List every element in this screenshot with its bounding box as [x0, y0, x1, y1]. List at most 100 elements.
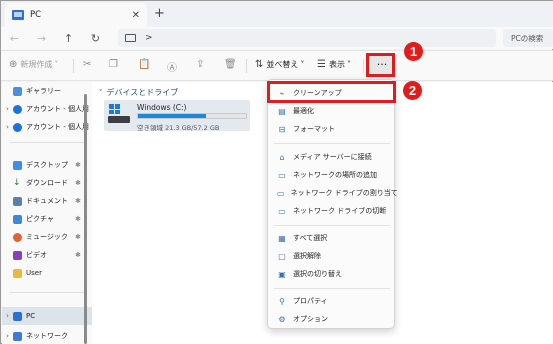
format-icon: ⊟ [278, 124, 286, 134]
pin-icon[interactable]: ✱ [75, 233, 81, 241]
trash-icon: 🗑 [224, 59, 237, 70]
devices-group-header[interactable]: ˅ デバイスとドライブ [99, 87, 178, 98]
pin-icon[interactable]: ✱ [75, 179, 81, 187]
sidebar-item-videos[interactable]: ビデオ ✱ [2, 246, 92, 264]
drive-name: Windows (C:) [137, 103, 187, 112]
sidebar-item-label: PC [26, 312, 36, 320]
select-none-icon: ▢ [278, 251, 286, 261]
sidebar-item-pictures[interactable]: ピクチャ ✱ [2, 210, 92, 228]
menu-item-disconnect-network-drive[interactable]: ▭ ネットワーク ドライブの切断 [268, 202, 396, 220]
pin-icon[interactable]: ✱ [75, 161, 81, 169]
rename-button[interactable]: Ⓐ [167, 59, 180, 74]
paste-icon: 📋 [138, 59, 151, 70]
chevron-down-icon: ˅ [300, 60, 305, 69]
menu-item-select-all[interactable]: ▦ すべて選択 [268, 229, 396, 247]
sidebar-item-label: アカウント - 個人用 [26, 123, 89, 131]
tab-pc[interactable]: PC ✕ [5, 3, 147, 27]
sidebar-item-gallery[interactable]: ギャラリー [2, 82, 92, 100]
sort-button[interactable]: ⇅ 並べ替え ˅ [255, 59, 304, 70]
scissors-icon: ✂ [83, 59, 92, 70]
options-icon: ⚙ [278, 314, 286, 324]
menu-item-select-none[interactable]: ▢ 選択解除 [268, 247, 396, 265]
menu-item-add-network-location[interactable]: ▭ ネットワークの場所の追加 [268, 166, 396, 184]
menu-item-invert-selection[interactable]: ▣ 選択の切り替え [268, 265, 396, 283]
menu-item-map-network-drive[interactable]: ▭ ネットワーク ドライブの割り当て [268, 184, 398, 202]
sidebar-item-label: アカウント - 個人用 [26, 105, 89, 113]
address-row: ← → ↑ ↻ > PCの検索 [1, 27, 553, 49]
chevron-right-icon[interactable]: › [2, 332, 13, 340]
new-label: 新規作成 [20, 60, 53, 69]
folder-icon [12, 10, 24, 20]
forward-arrow-icon[interactable]: → [28, 32, 55, 45]
optimize-icon: ▤ [278, 106, 286, 116]
command-bar: ⊕ 新規作成 ˅ ✂ ❐ 📋 Ⓐ ⇪ 🗑 ⇅ 並べ替え ˅ ☰ 表示 ˅ ··· [1, 50, 553, 81]
copy-icon: ❐ [109, 59, 118, 70]
new-tab-button[interactable]: + [154, 6, 165, 21]
sidebar-item-pc[interactable]: › PC [2, 307, 92, 325]
path-chevron[interactable]: > [145, 33, 153, 43]
network-location-icon: ▭ [278, 170, 286, 180]
chevron-right-icon[interactable]: › [2, 123, 13, 131]
highlight-box-more [366, 53, 395, 77]
cut-button[interactable]: ✂ [83, 59, 94, 70]
share-button[interactable]: ⇪ [196, 59, 207, 70]
search-input[interactable]: PCの検索 [503, 29, 553, 47]
sidebar-item-music[interactable]: ミュージック ✱ [2, 228, 92, 246]
pin-icon[interactable]: ✱ [75, 197, 81, 205]
chevron-down-icon: ˅ [346, 60, 351, 69]
paste-button[interactable]: 📋 [138, 59, 153, 70]
delete-button[interactable]: 🗑 [224, 59, 240, 70]
divider [246, 59, 247, 73]
video-icon [13, 250, 22, 260]
up-arrow-icon[interactable]: ↑ [55, 32, 82, 45]
divider [73, 59, 74, 73]
gallery-icon [13, 86, 22, 96]
sidebar-item-network[interactable]: › ネットワーク [2, 327, 92, 344]
drive-usage-bar [137, 113, 247, 119]
chevron-right-icon[interactable]: › [2, 105, 13, 113]
chevron-down-icon: ˅ [99, 88, 103, 97]
windows-drive-icon [108, 104, 130, 124]
menu-item-options[interactable]: ⚙ オプション [268, 310, 396, 328]
drive-c-tile[interactable]: Windows (C:) 空き領域 21.3 GB/57.2 GB [104, 100, 250, 132]
menu-item-format[interactable]: ⊟ フォーマット [268, 120, 396, 138]
file-explorer-window: PC ✕ + ← → ↑ ↻ > PCの検索 ⊕ 新規作成 ˅ ✂ ❐ 📋 Ⓐ … [0, 0, 553, 344]
copy-button[interactable]: ❐ [109, 59, 121, 70]
divider [10, 142, 84, 143]
pictures-icon [13, 214, 22, 224]
back-arrow-icon[interactable]: ← [1, 32, 28, 45]
menu-item-optimize[interactable]: ▤ 最適化 [268, 102, 396, 120]
navigation-pane: ギャラリー › アカウント - 個人用 › アカウント - 個人用 デスクトップ… [2, 82, 92, 344]
step-badge-1: 1 [404, 42, 423, 61]
close-tab-icon[interactable]: ✕ [132, 10, 140, 21]
new-button[interactable]: ⊕ 新規作成 ˅ [9, 59, 58, 70]
sidebar-item-downloads[interactable]: ↓ ダウンロード ✱ [2, 174, 92, 192]
sidebar-item-account-2[interactable]: › アカウント - 個人用 [2, 118, 92, 136]
folder-icon [13, 268, 22, 278]
sidebar-scrollbar[interactable] [84, 94, 87, 344]
drive-usage-fill [138, 114, 207, 118]
map-drive-icon: ▭ [277, 188, 285, 198]
view-button[interactable]: ☰ 表示 ˅ [317, 59, 351, 70]
highlight-box-cleanup [267, 81, 396, 103]
sidebar-item-desktop[interactable]: デスクトップ ✱ [2, 156, 92, 174]
menu-divider [274, 225, 390, 226]
monitor-icon [125, 34, 136, 42]
view-icon: ☰ [317, 59, 326, 70]
sidebar-item-user[interactable]: User [2, 264, 92, 282]
menu-item-media-server[interactable]: ⌂ メディア サーバーに接続 [268, 148, 396, 166]
chevron-right-icon[interactable]: › [2, 312, 13, 320]
sort-icon: ⇅ [255, 59, 264, 70]
tab-bar: PC ✕ + [1, 1, 553, 27]
sidebar-item-documents[interactable]: ドキュメント ✱ [2, 192, 92, 210]
menu-item-properties[interactable]: ⚲ プロパティ [268, 292, 396, 310]
media-server-icon: ⌂ [279, 152, 285, 162]
sidebar-item-account-1[interactable]: › アカウント - 個人用 [2, 100, 92, 118]
address-field[interactable]: > [118, 29, 496, 47]
sidebar-item-label: ネットワーク [26, 332, 68, 340]
sidebar-item-label: ドキュメント [26, 197, 68, 205]
pin-icon[interactable]: ✱ [75, 251, 81, 259]
refresh-icon[interactable]: ↻ [82, 32, 109, 45]
pin-icon[interactable]: ✱ [75, 215, 81, 223]
divider [363, 59, 364, 73]
